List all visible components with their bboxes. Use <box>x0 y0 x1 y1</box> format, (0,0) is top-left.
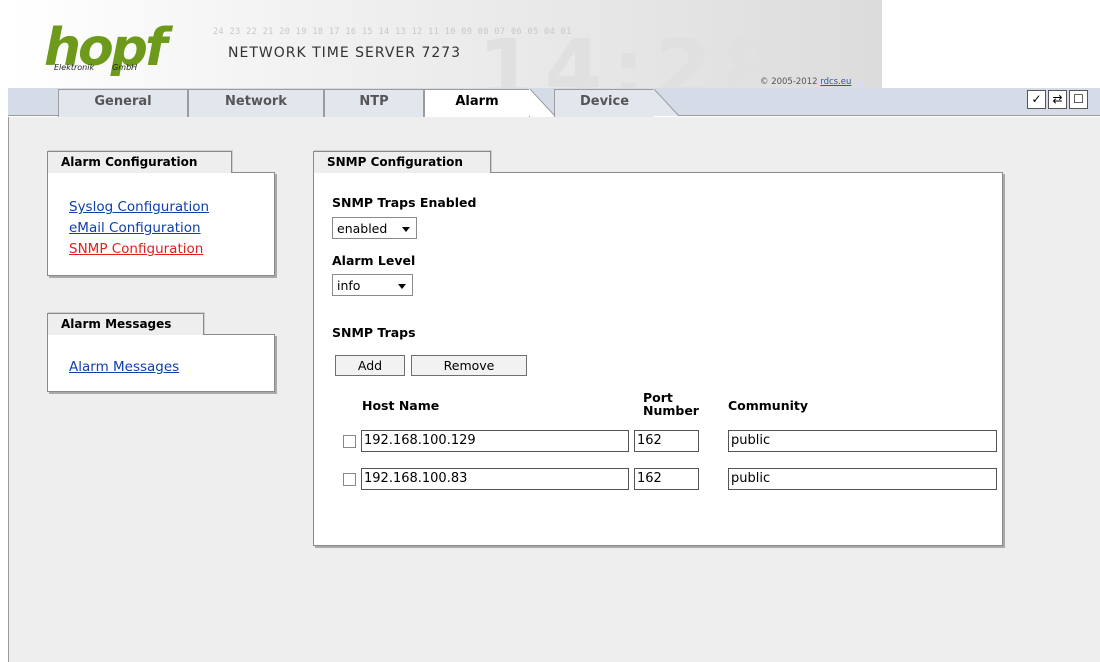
tab-alarm-slant <box>529 89 555 117</box>
tab-device-slant <box>653 89 679 117</box>
save-icon[interactable]: ☐ <box>1069 90 1088 109</box>
tab-alarm[interactable]: Alarm <box>424 89 530 117</box>
chevron-down-icon <box>398 284 406 289</box>
row-select-checkbox[interactable] <box>343 435 356 448</box>
column-header-port-number: Port Number <box>643 391 699 417</box>
toolbar: ✓ ⇄ ☐ <box>1027 90 1088 109</box>
chevron-down-icon <box>402 227 410 232</box>
snmp-configuration-panel: SNMP Traps Enabled enabled Alarm Level i… <box>313 172 1003 546</box>
snmp-traps-enabled-value: enabled <box>337 221 388 236</box>
nav-link-snmp-configuration[interactable]: SNMP Configuration <box>69 239 274 260</box>
logo-subtitle-left: Elektronik <box>54 63 95 72</box>
snmp-traps-enabled-label: SNMP Traps Enabled <box>332 195 477 210</box>
nav-link-syslog-configuration[interactable]: Syslog Configuration <box>69 197 274 218</box>
copyright-link[interactable]: rdcs.eu <box>820 77 851 87</box>
column-header-community: Community <box>728 398 809 413</box>
product-title: NETWORK TIME SERVER 7273 <box>228 45 462 61</box>
host-name-input[interactable]: 192.168.100.83 <box>361 468 629 490</box>
alarm-messages-title: Alarm Messages <box>47 313 204 335</box>
snmp-configuration-title: SNMP Configuration <box>313 151 491 173</box>
copyright: © 2005-2012 rdcs.eu <box>760 77 851 87</box>
add-button[interactable]: Add <box>335 355 405 376</box>
nav-link-alarm-messages[interactable]: Alarm Messages <box>69 357 274 378</box>
row-select-checkbox[interactable] <box>343 473 356 486</box>
tab-ntp[interactable]: NTP <box>324 89 424 117</box>
tab-network[interactable]: Network <box>188 89 324 117</box>
alarm-level-value: info <box>337 278 361 293</box>
tab-general[interactable]: General <box>58 89 188 117</box>
snmp-traps-enabled-select[interactable]: enabled <box>332 217 417 239</box>
column-header-host-name: Host Name <box>362 398 440 413</box>
port-number-input[interactable]: 162 <box>634 430 699 452</box>
host-name-input[interactable]: 192.168.100.129 <box>361 430 629 452</box>
background-clock: 14:28 <box>478 23 790 89</box>
checkmark-icon[interactable]: ✓ <box>1027 90 1046 109</box>
content-area: Alarm Configuration Syslog Configuration… <box>8 117 1100 662</box>
logo-subtitle-right: GmbH <box>112 63 138 72</box>
alarm-messages-panel: Alarm Messages <box>47 334 275 392</box>
alarm-configuration-title: Alarm Configuration <box>47 151 232 173</box>
refresh-icon[interactable]: ⇄ <box>1048 90 1067 109</box>
alarm-level-select[interactable]: info <box>332 274 413 296</box>
port-number-input[interactable]: 162 <box>634 468 699 490</box>
copyright-text: © 2005-2012 <box>760 77 818 87</box>
remove-button[interactable]: Remove <box>411 355 527 376</box>
community-input[interactable]: public <box>728 430 997 452</box>
header-banner: 24 23 22 21 20 19 18 17 16 15 14 13 12 1… <box>8 0 882 88</box>
alarm-level-label: Alarm Level <box>332 253 416 268</box>
column-header-port-line2: Number <box>643 403 699 418</box>
logo-subtitle: Elektronik GmbH <box>54 63 137 72</box>
community-input[interactable]: public <box>728 468 997 490</box>
tab-bar: General Network NTP Alarm Device ✓ ⇄ ☐ <box>8 88 1100 117</box>
alarm-configuration-panel: Syslog Configuration eMail Configuration… <box>47 172 275 276</box>
tab-device[interactable]: Device <box>554 89 654 117</box>
nav-link-email-configuration[interactable]: eMail Configuration <box>69 218 274 239</box>
snmp-traps-heading: SNMP Traps <box>332 325 416 340</box>
